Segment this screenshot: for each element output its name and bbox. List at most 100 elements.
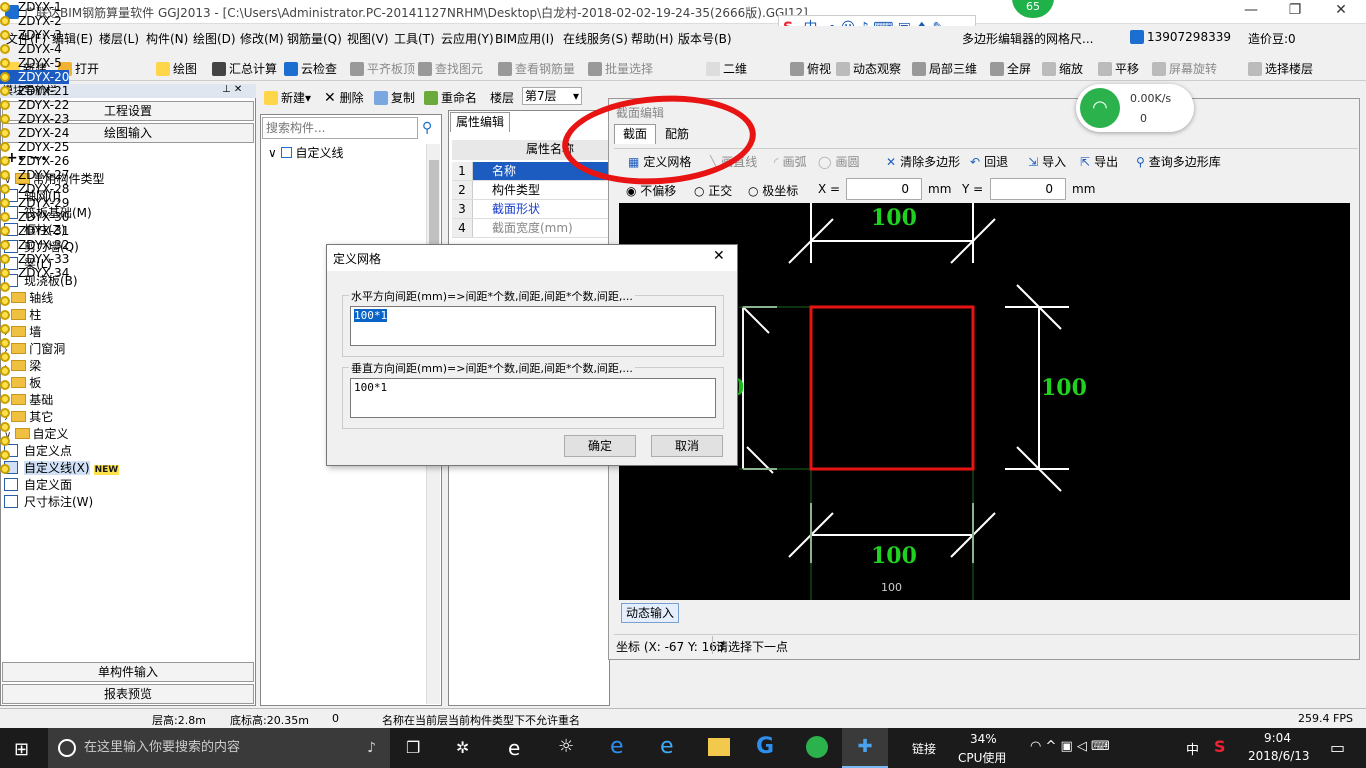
- menu-item[interactable]: 帮助(H): [631, 30, 673, 47]
- edge-app-icon[interactable]: e: [610, 734, 624, 759]
- menu-item[interactable]: 构件(N): [146, 30, 188, 47]
- section-tool-button[interactable]: ⇲ 导入: [1028, 153, 1066, 170]
- list-item[interactable]: ZDYX-2: [0, 14, 69, 28]
- explorer-app-icon[interactable]: [708, 738, 730, 756]
- floor-select[interactable]: 第7层 ▾: [522, 87, 582, 105]
- menu-item[interactable]: 在线服务(S): [563, 30, 628, 47]
- list-item[interactable]: ZDYX-34: [0, 266, 69, 280]
- green-app-icon[interactable]: [806, 736, 828, 758]
- mic-icon[interactable]: ♪: [367, 728, 376, 768]
- list-item[interactable]: ZDYX-23: [0, 112, 69, 126]
- list-item[interactable]: ZDYX-30: [0, 210, 69, 224]
- sogou-tray-icon[interactable]: S: [1214, 737, 1226, 756]
- menu-item[interactable]: 版本号(B): [678, 30, 732, 47]
- delete-button[interactable]: ✕ 删除: [324, 89, 364, 106]
- cancel-button[interactable]: 取消: [651, 435, 723, 457]
- section-tool-button[interactable]: ◯ 画圆: [818, 153, 859, 170]
- x-input[interactable]: 0: [846, 178, 922, 200]
- browser-app-icon[interactable]: ☼: [558, 736, 574, 757]
- list-item[interactable]: ZDYX-5: [0, 56, 69, 70]
- dynamic-input-button[interactable]: 动态输入: [621, 603, 679, 623]
- section-tool-button[interactable]: ✕ 清除多边形: [886, 153, 960, 170]
- menu-item[interactable]: 楼层(L): [99, 30, 139, 47]
- clock-time[interactable]: 9:04: [1264, 731, 1291, 745]
- toolbar-button[interactable]: 汇总计算: [212, 60, 277, 77]
- toolbar-button[interactable]: 平移: [1098, 60, 1139, 77]
- property-row[interactable]: 2 构件类型: [452, 181, 608, 200]
- toolbar-button[interactable]: 查找图元: [418, 60, 483, 77]
- menu-item[interactable]: 钢筋量(Q): [287, 30, 342, 47]
- dialog-close-icon[interactable]: ✕: [713, 248, 725, 264]
- taskbar-search[interactable]: 在这里输入你要搜索的内容 ♪: [48, 728, 390, 768]
- minimize-icon[interactable]: —: [1236, 2, 1266, 18]
- nav-tree-item[interactable]: 自定义面: [4, 476, 252, 493]
- list-item[interactable]: ZDYX-24: [0, 126, 69, 140]
- ie-app-icon[interactable]: e: [508, 736, 520, 760]
- list-item[interactable]: ZDYX-3: [0, 28, 69, 42]
- component-search-input[interactable]: [262, 117, 418, 139]
- list-item[interactable]: ZDYX-1: [0, 0, 69, 14]
- glodon-app-icon[interactable]: G: [756, 734, 774, 759]
- toolbar-button[interactable]: 俯视: [790, 60, 831, 77]
- list-item[interactable]: ZDYX-26: [0, 154, 69, 168]
- toolbar-button[interactable]: 批量选择: [588, 60, 653, 77]
- list-item[interactable]: ZDYX-32: [0, 238, 69, 252]
- toolbar-button[interactable]: 查看钢筋量: [498, 60, 575, 77]
- menu-item[interactable]: 修改(M): [240, 30, 284, 47]
- update-badge[interactable]: 65: [1012, 0, 1054, 18]
- rename-button[interactable]: 重命名: [424, 89, 477, 106]
- list-item[interactable]: ZDYX-20: [0, 70, 70, 84]
- toolbar-button[interactable]: 选择楼层: [1248, 60, 1313, 77]
- menu-notice[interactable]: 多边形编辑器的网格尺...: [962, 30, 1093, 47]
- nav-tree-item[interactable]: 尺寸标注(W): [4, 493, 252, 510]
- ime-indicator[interactable]: 中: [1186, 739, 1199, 758]
- toolbar-button[interactable]: 绘图: [156, 60, 197, 77]
- radio-no-offset[interactable]: ◉ 不偏移: [626, 182, 676, 199]
- nav-pin-icon[interactable]: ⊥ ✕: [222, 84, 242, 95]
- list-item[interactable]: ZDYX-29: [0, 196, 69, 210]
- toolbar-button[interactable]: 缩放: [1042, 60, 1083, 77]
- toolbar-button[interactable]: 动态观察: [836, 60, 901, 77]
- copy-button[interactable]: 复制: [374, 89, 415, 106]
- ie2-app-icon[interactable]: e: [660, 734, 674, 759]
- list-item[interactable]: ZDYX-31: [0, 224, 69, 238]
- list-item[interactable]: ZDYX-33: [0, 252, 69, 266]
- start-icon[interactable]: ⊞: [14, 739, 29, 760]
- list-item[interactable]: ZDYX-22: [0, 98, 69, 112]
- task-view-icon[interactable]: ❐: [406, 738, 420, 757]
- property-row[interactable]: 4 截面宽度(mm): [452, 219, 608, 238]
- toolbar-button[interactable]: 局部三维: [912, 60, 977, 77]
- ok-button[interactable]: 确定: [564, 435, 636, 457]
- active-app-icon[interactable]: ✚: [842, 728, 888, 768]
- section-tool-button[interactable]: ◜ 画弧: [774, 153, 807, 170]
- tray-icons[interactable]: ◠ ^ ▣ ◁ ⌨: [1030, 739, 1110, 754]
- horizontal-spacing-input[interactable]: 100*1: [350, 306, 716, 346]
- toolbar-button[interactable]: 二维: [706, 60, 747, 77]
- single-component-button[interactable]: 单构件输入: [2, 662, 254, 682]
- menu-item[interactable]: 视图(V): [347, 30, 389, 47]
- fan-app-icon[interactable]: ✲: [456, 738, 469, 757]
- toolbar-button[interactable]: 云检查: [284, 60, 337, 77]
- property-row[interactable]: 3 截面形状: [452, 200, 608, 219]
- menu-item[interactable]: 工具(T): [394, 30, 435, 47]
- bean-count[interactable]: 造价豆:0: [1248, 30, 1296, 47]
- radio-ortho[interactable]: ○ 正交: [694, 182, 732, 199]
- maximize-icon[interactable]: ❐: [1280, 2, 1310, 18]
- menu-item[interactable]: BIM应用(I): [495, 30, 554, 47]
- network-widget[interactable]: ◠ 0.00K/s 0: [1076, 84, 1194, 132]
- new-button[interactable]: 新建▾: [264, 89, 311, 106]
- toolbar-button[interactable]: 屏幕旋转: [1152, 60, 1217, 77]
- list-item[interactable]: ZDYX-27: [0, 168, 69, 182]
- notification-icon[interactable]: ▭: [1330, 738, 1345, 757]
- section-tool-button[interactable]: ⇱ 导出: [1080, 153, 1118, 170]
- menu-item[interactable]: 绘图(D): [193, 30, 236, 47]
- toolbar-button[interactable]: 全屏: [990, 60, 1031, 77]
- menu-item[interactable]: 云应用(Y): [441, 30, 494, 47]
- list-item[interactable]: ZDYX-21: [0, 84, 69, 98]
- section-tool-button[interactable]: ⚲ 查询多边形库: [1136, 153, 1221, 170]
- vertical-spacing-input[interactable]: 100*1: [350, 378, 716, 418]
- user-phone[interactable]: 13907298339: [1130, 30, 1231, 44]
- report-preview-button[interactable]: 报表预览: [2, 684, 254, 704]
- list-item[interactable]: ZDYX-28: [0, 182, 69, 196]
- close-icon[interactable]: ✕: [1326, 2, 1356, 18]
